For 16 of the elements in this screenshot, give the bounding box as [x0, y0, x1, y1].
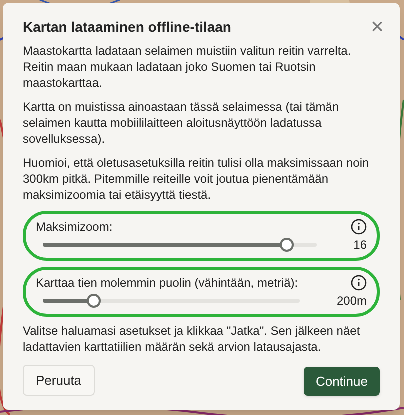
cancel-button[interactable]: Peruuta [23, 364, 95, 396]
slider-thumb[interactable] [280, 238, 294, 252]
slider-value: 16 [354, 237, 367, 254]
slider-label: Karttaa tien molemmin puolin (vähintään, metriä): [36, 275, 298, 292]
instruction-text: Valitse haluamasi asetukset ja klikkaa "Jatka". Sen jälkeen näet ladattavien karttatiilien määrän sekä arvion latausajasta. [23, 323, 362, 355]
info-icon[interactable] [351, 219, 367, 235]
info-icon[interactable] [351, 275, 367, 291]
body-text: Huomioi, että oletusasetuksilla reitin tulisi olla maksimissaan noin 300km pitkä. Pitemmille reiteille voit joutua pienentämään maksimizoomia tai etäisyyttä tiestä. [23, 155, 370, 203]
close-button[interactable]: × [371, 17, 384, 37]
continue-button[interactable]: Continue [304, 366, 380, 396]
slider-thumb[interactable] [87, 294, 102, 308]
body-text: Kartta on muistissa ainoastaan tässä selaimessa (tai tämän selaimen kautta mobiililaitteen aloitusnäyttöön ladatussa sovelluksessa). [23, 99, 340, 147]
slider-value: 200m [336, 293, 367, 310]
dialog-title: Kartan lataaminen offline-tilaan [23, 18, 232, 37]
slider-label: Maksimizoom: [36, 219, 113, 236]
body-text: Maastokartta ladataan selaimen muistiin valitun reitin varrelta. Reitin maan mukaan ladataan joko Suomen tai Ruotsin maastokarttaa. [23, 43, 352, 91]
